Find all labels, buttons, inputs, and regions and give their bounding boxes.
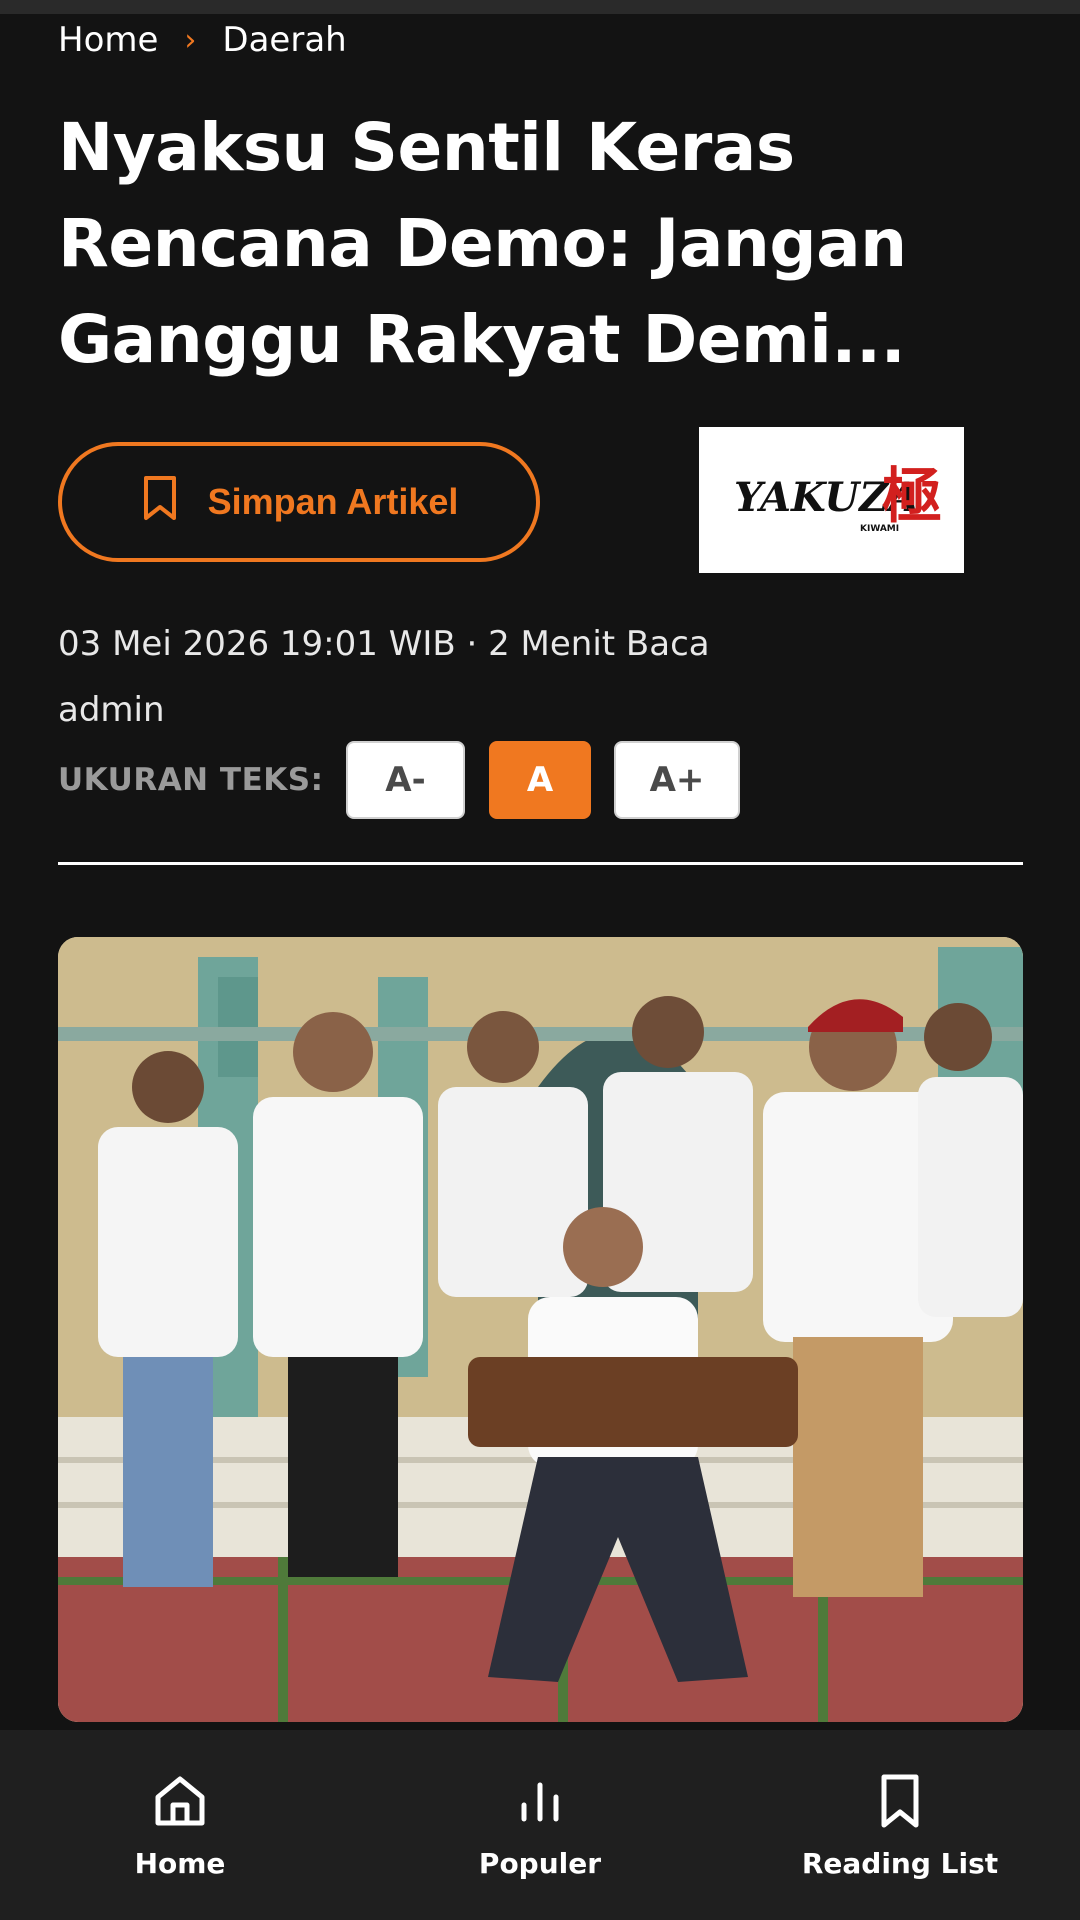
bar-chart-icon <box>510 1771 570 1835</box>
nav-home[interactable]: Home <box>0 1730 360 1920</box>
bottom-navigation: Home Populer Reading List <box>0 1730 1080 1920</box>
nav-reading-list[interactable]: Reading List <box>720 1730 1080 1920</box>
bookmark-icon <box>870 1771 930 1835</box>
divider <box>58 862 1023 865</box>
advertisement-banner[interactable]: YAKUZA 極 KIWAMI <box>699 427 964 573</box>
save-article-button[interactable]: Simpan Artikel <box>58 442 540 562</box>
text-size-normal-button[interactable]: A <box>489 741 591 819</box>
save-article-label: Simpan Artikel <box>207 481 459 522</box>
text-size-decrease-button[interactable]: A- <box>346 741 465 819</box>
article-photo <box>58 937 1023 1722</box>
nav-home-label: Home <box>134 1846 226 1880</box>
nav-popular[interactable]: Populer <box>360 1730 720 1920</box>
nav-popular-label: Populer <box>478 1846 602 1880</box>
text-size-controls: UKURAN TEKS: A- A A+ <box>58 741 740 819</box>
article-date-meta: 03 Mei 2026 19:01 WIB · 2 Menit Baca <box>58 624 710 664</box>
breadcrumb-separator: › <box>184 22 197 58</box>
ad-sub: KIWAMI <box>860 524 899 534</box>
breadcrumb: Home › Daerah <box>58 18 347 62</box>
breadcrumb-category[interactable]: Daerah <box>222 20 346 60</box>
article-title: Nyaksu Sentil Keras Rencana Demo: Jangan… <box>58 109 907 378</box>
text-size-increase-button[interactable]: A+ <box>614 741 740 819</box>
article-author[interactable]: admin <box>58 690 165 730</box>
status-bar <box>0 0 1080 14</box>
nav-reading-list-label: Reading List <box>801 1846 999 1880</box>
ad-kanji: 極 <box>882 462 942 532</box>
yakuza-kiwami-logo: YAKUZA 極 KIWAMI <box>734 462 942 534</box>
home-icon <box>150 1771 210 1835</box>
bookmark-icon <box>140 474 180 531</box>
breadcrumb-home[interactable]: Home <box>58 20 158 60</box>
text-size-label: UKURAN TEKS: <box>58 762 324 798</box>
